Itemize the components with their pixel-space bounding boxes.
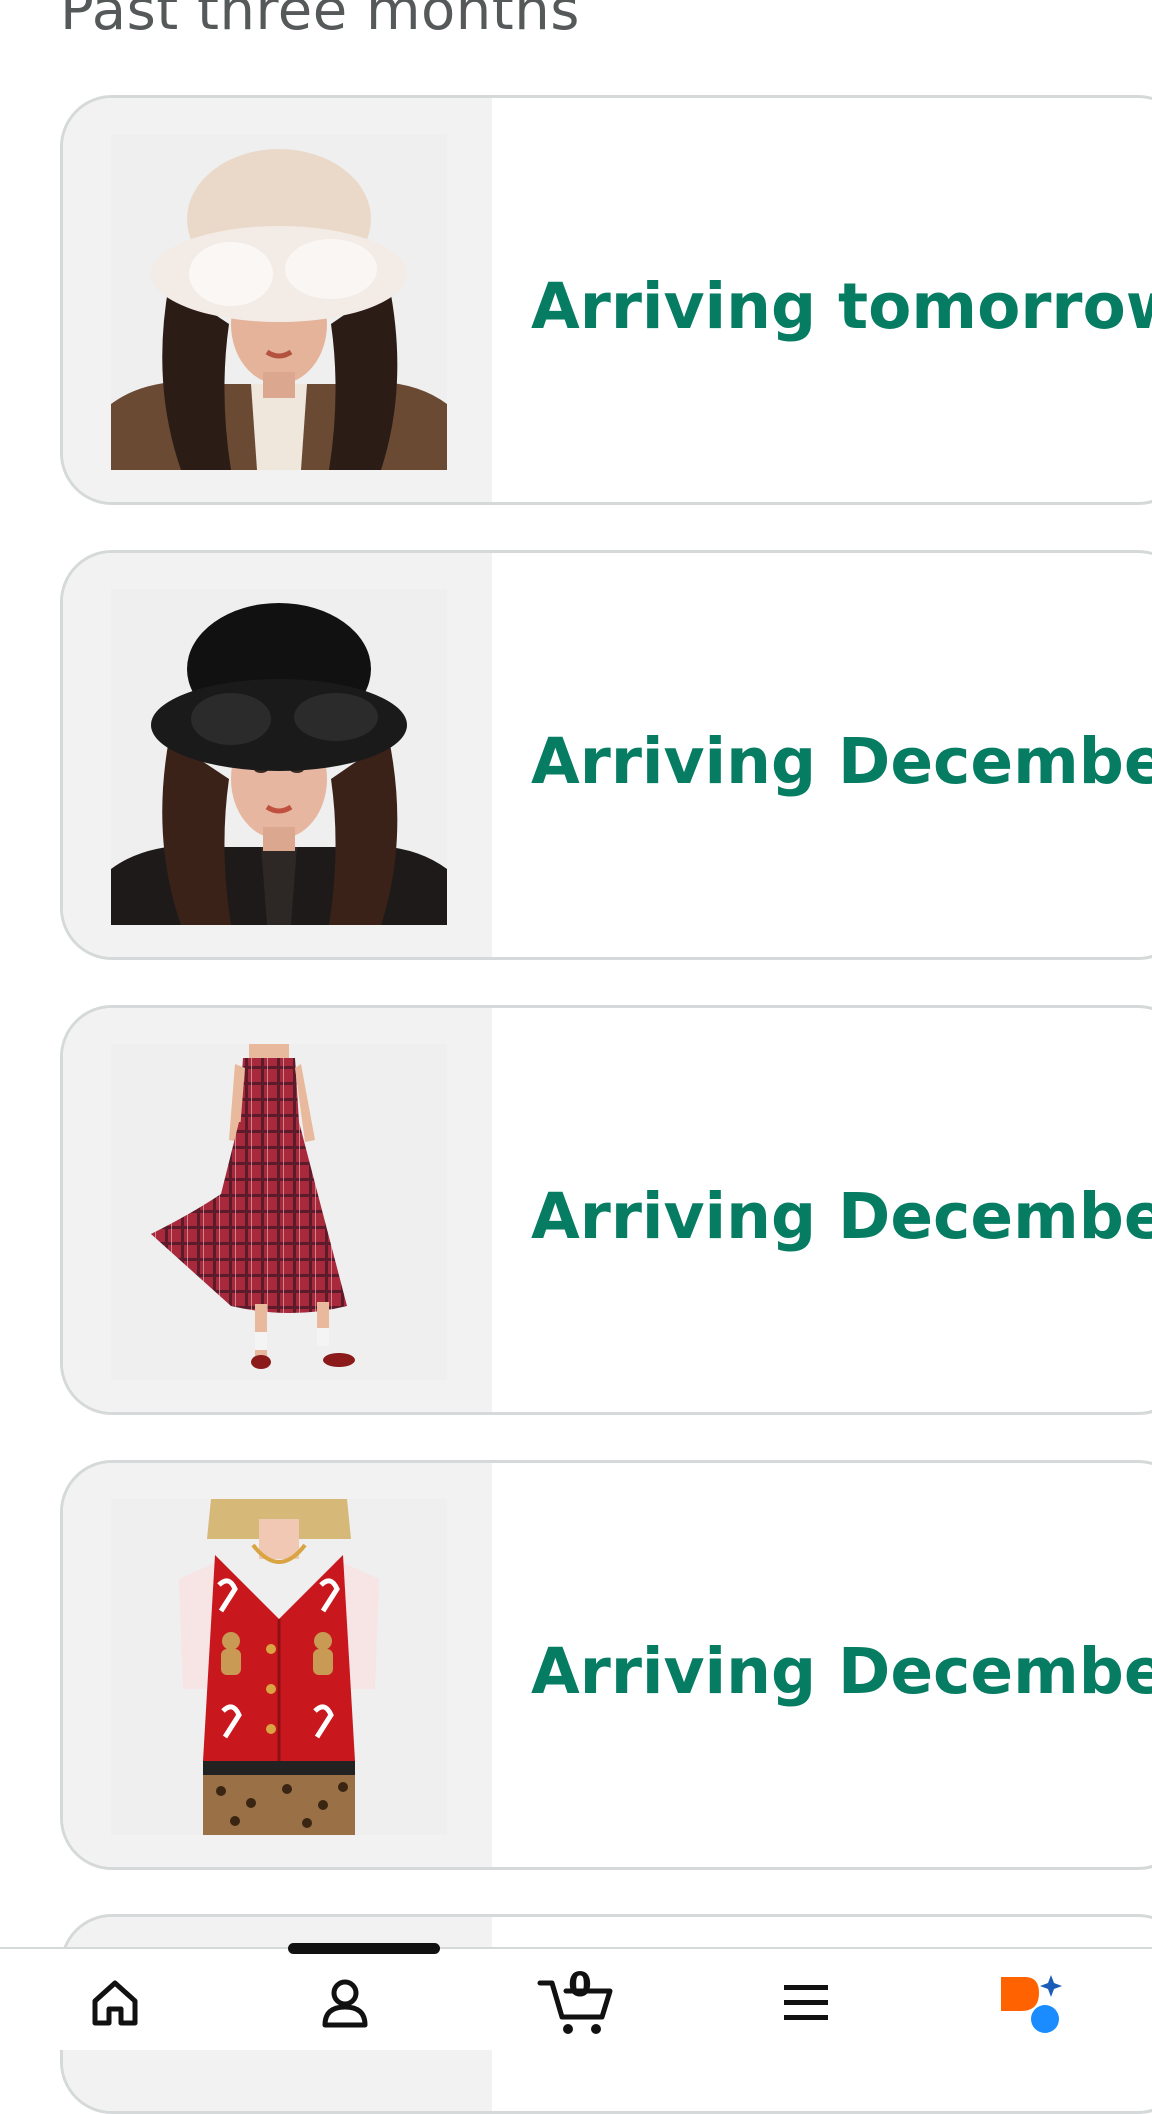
product-image — [111, 1499, 447, 1835]
menu-icon — [784, 1985, 828, 2020]
rufus-assistant-icon — [1001, 1975, 1062, 2033]
order-thumbnail — [63, 1008, 492, 1412]
order-card[interactable]: Arriving tomorrow — [60, 95, 1152, 505]
bottom-nav-bar: 0 — [0, 1943, 1152, 2050]
nav-menu-button[interactable] — [756, 1963, 856, 2043]
delivery-status: Arriving December — [531, 1180, 1152, 1253]
cart-count-badge: 0 — [568, 1965, 592, 2005]
product-image — [111, 1044, 447, 1380]
order-card[interactable]: Arriving December — [60, 1460, 1152, 1870]
delivery-status: Arriving December — [531, 1635, 1152, 1708]
drag-handle[interactable] — [288, 1943, 440, 1954]
order-card[interactable]: Arriving December — [60, 550, 1152, 960]
home-icon — [92, 1980, 138, 2026]
order-thumbnail — [63, 1463, 492, 1867]
account-icon — [322, 1979, 368, 2028]
nav-home-button[interactable] — [65, 1963, 165, 2043]
section-heading: Past three months — [60, 0, 580, 43]
order-card[interactable]: Arriving December — [60, 1005, 1152, 1415]
product-image — [111, 134, 447, 470]
nav-assistant-button[interactable] — [983, 1963, 1083, 2043]
product-image — [111, 589, 447, 925]
order-thumbnail — [63, 553, 492, 957]
delivery-status: Arriving tomorrow — [531, 270, 1152, 343]
nav-account-button[interactable] — [295, 1963, 395, 2043]
delivery-status: Arriving December — [531, 725, 1152, 798]
nav-cart-button[interactable]: 0 — [526, 1963, 626, 2043]
order-thumbnail — [63, 98, 492, 502]
